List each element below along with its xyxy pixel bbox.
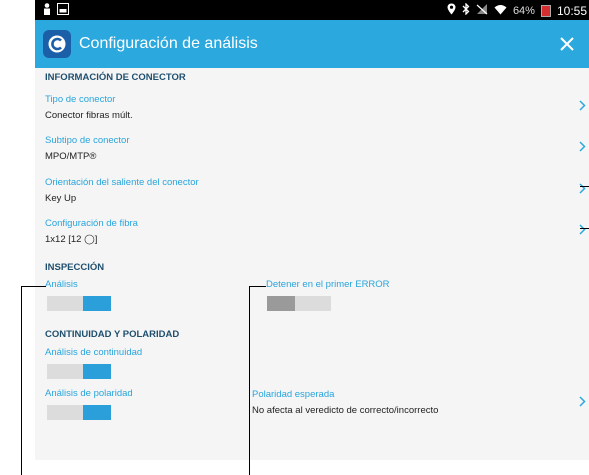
chevron-right-icon (578, 395, 586, 407)
continuity-analysis-label: Análisis de continuidad (45, 347, 143, 358)
gallery-icon (57, 3, 69, 18)
connector-orientation-label[interactable]: Orientación del saliente del conector (45, 177, 199, 188)
app-header: Configuración de análisis (35, 20, 589, 68)
stop-on-error-label: Detener en el primer ERROR (266, 279, 390, 290)
polarity-analysis-label: Análisis de polaridad (45, 388, 133, 399)
connector-section-heading: INFORMACIÓN DE CONECTOR (45, 72, 186, 83)
stop-on-error-toggle[interactable] (267, 296, 331, 311)
callout-line (580, 228, 589, 229)
close-button[interactable] (553, 30, 581, 58)
callout-line (249, 286, 266, 287)
connector-subtype-chevron[interactable] (575, 138, 589, 154)
fiber-config-value[interactable]: 1x12 [12 ◯] (45, 234, 97, 245)
expected-polarity-chevron[interactable] (575, 393, 589, 409)
close-icon (560, 37, 574, 51)
expected-polarity-label[interactable]: Polaridad esperada (252, 389, 334, 400)
connector-orientation-chevron[interactable] (575, 180, 589, 196)
chevron-right-icon (578, 140, 586, 152)
app-logo-icon (43, 30, 71, 58)
app-screen: 64% 10:55 Configuración de análisis INFO… (35, 0, 589, 460)
connector-type-label[interactable]: Tipo de conector (45, 94, 115, 105)
callout-line (580, 186, 589, 187)
analysis-label: Análisis (45, 279, 78, 290)
polarity-analysis-toggle[interactable] (47, 405, 111, 420)
bluetooth-icon (462, 2, 470, 18)
continuity-section-heading: CONTINUIDAD Y POLARIDAD (45, 329, 180, 340)
clock: 10:55 (556, 3, 587, 18)
connector-type-value[interactable]: Conector fibras múlt. (45, 110, 133, 121)
signal-muted-icon (476, 3, 488, 18)
inspection-section-heading: INSPECCIÓN (45, 262, 105, 273)
status-bar: 64% 10:55 (35, 0, 589, 20)
person-icon (43, 3, 51, 18)
chevron-right-icon (578, 99, 586, 111)
connector-orientation-value[interactable]: Key Up (45, 193, 76, 204)
connector-subtype-label[interactable]: Subtipo de conector (45, 135, 130, 146)
connector-type-chevron[interactable] (575, 97, 589, 113)
toggle-thumb (267, 296, 295, 311)
chevron-right-icon (578, 182, 586, 194)
continuity-analysis-toggle[interactable] (47, 364, 111, 379)
wifi-icon (494, 4, 507, 18)
callout-line (249, 286, 250, 475)
page-title: Configuración de análisis (79, 35, 258, 52)
chevron-right-icon (578, 223, 586, 235)
callout-line (21, 286, 22, 475)
connector-subtype-value[interactable]: MPO/MTP® (45, 151, 96, 162)
fiber-config-chevron[interactable] (575, 221, 589, 237)
toggle-thumb (83, 296, 111, 311)
toggle-thumb (83, 405, 111, 420)
toggle-thumb (83, 364, 111, 379)
callout-line (21, 286, 46, 287)
expected-polarity-value[interactable]: No afecta al veredicto de correcto/incor… (252, 405, 438, 416)
location-icon (447, 3, 456, 18)
battery-percent: 64% (512, 4, 535, 17)
analysis-toggle[interactable] (47, 296, 111, 311)
fiber-config-label[interactable]: Configuración de fibra (45, 218, 138, 229)
battery-icon (540, 4, 551, 17)
